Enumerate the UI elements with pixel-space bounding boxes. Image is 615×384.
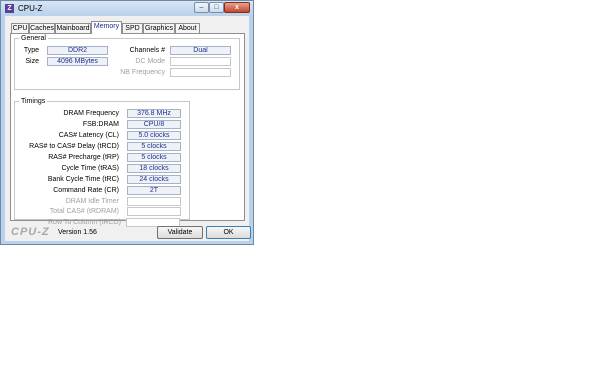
timing-label: Cycle Time (tRAS)	[61, 165, 119, 172]
size-label: Size	[25, 58, 39, 65]
type-label: Type	[23, 47, 39, 54]
validate-button[interactable]: Validate	[157, 226, 203, 239]
cpuz-app-icon: Z	[5, 4, 14, 13]
tab-caches[interactable]: Caches	[29, 23, 55, 33]
channels-label: Channels #	[129, 47, 165, 54]
timing-label: DRAM Idle Timer	[65, 198, 119, 205]
tab-about[interactable]: About	[175, 23, 200, 33]
cpuz-logo: CPU-Z	[11, 226, 50, 238]
dc-mode-value	[170, 57, 231, 66]
nb-frequency-label: NB Frequency	[120, 69, 165, 76]
timing-value: 24 clocks	[127, 175, 181, 184]
timing-value: 376.8 MHz	[127, 109, 181, 118]
version-label: Version 1.56	[58, 229, 97, 236]
timing-label: FSB:DRAM	[82, 121, 119, 128]
cpuz-window: Z CPU-Z – □ x CPU Caches Mainboard Memor…	[0, 0, 254, 245]
timings-group: Timings DRAM Frequency 376.8 MHz FSB:DRA…	[14, 97, 190, 220]
general-group-title: General	[19, 34, 48, 43]
maximize-button[interactable]: □	[209, 2, 224, 13]
timing-label: Total CAS# (tRDRAM)	[49, 208, 119, 215]
tab-memory[interactable]: Memory	[91, 21, 122, 34]
minimize-button[interactable]: –	[194, 2, 209, 13]
dc-mode-label: DC Mode	[135, 58, 165, 65]
tab-spd[interactable]: SPD	[122, 23, 143, 33]
title-bar[interactable]: Z CPU-Z – □ x	[1, 1, 253, 16]
tab-graphics[interactable]: Graphics	[143, 23, 175, 33]
tab-mainboard[interactable]: Mainboard	[55, 23, 91, 33]
channels-value: Dual	[170, 46, 231, 55]
timing-label: CAS# Latency (CL)	[58, 132, 119, 139]
timing-label: RAS# to CAS# Delay (tRCD)	[29, 143, 119, 150]
timing-value: 5 clocks	[127, 153, 181, 162]
timing-value: 5.0 clocks	[127, 131, 181, 140]
timing-value: 2T	[127, 186, 181, 195]
timings-group-title: Timings	[19, 97, 48, 106]
timing-value: 5 clocks	[127, 142, 181, 151]
ok-button[interactable]: OK	[206, 226, 251, 239]
nb-frequency-value	[170, 68, 231, 77]
timing-value	[127, 207, 181, 216]
timing-value: CPU/8	[127, 120, 181, 129]
client-area: CPU Caches Mainboard Memory SPD Graphics…	[5, 16, 251, 241]
memory-panel: General Type DDR2 Size 4096 MBytes Chann…	[10, 33, 245, 227]
footer-bar: CPU-Z Version 1.56 Validate OK	[10, 226, 251, 239]
timing-label: Bank Cycle Time (tRC)	[47, 176, 119, 183]
tab-cpu[interactable]: CPU	[11, 23, 29, 33]
timing-value	[127, 197, 181, 206]
timing-label: Command Rate (CR)	[53, 187, 119, 194]
general-group: General Type DDR2 Size 4096 MBytes Chann…	[14, 34, 240, 90]
timing-value: 18 clocks	[127, 164, 181, 173]
type-value: DDR2	[47, 46, 108, 55]
timing-label: DRAM Frequency	[63, 110, 119, 117]
size-value: 4096 MBytes	[47, 57, 108, 66]
close-button[interactable]: x	[224, 2, 250, 13]
timing-label: RAS# Precharge (tRP)	[48, 154, 119, 161]
window-title: CPU-Z	[18, 4, 43, 13]
